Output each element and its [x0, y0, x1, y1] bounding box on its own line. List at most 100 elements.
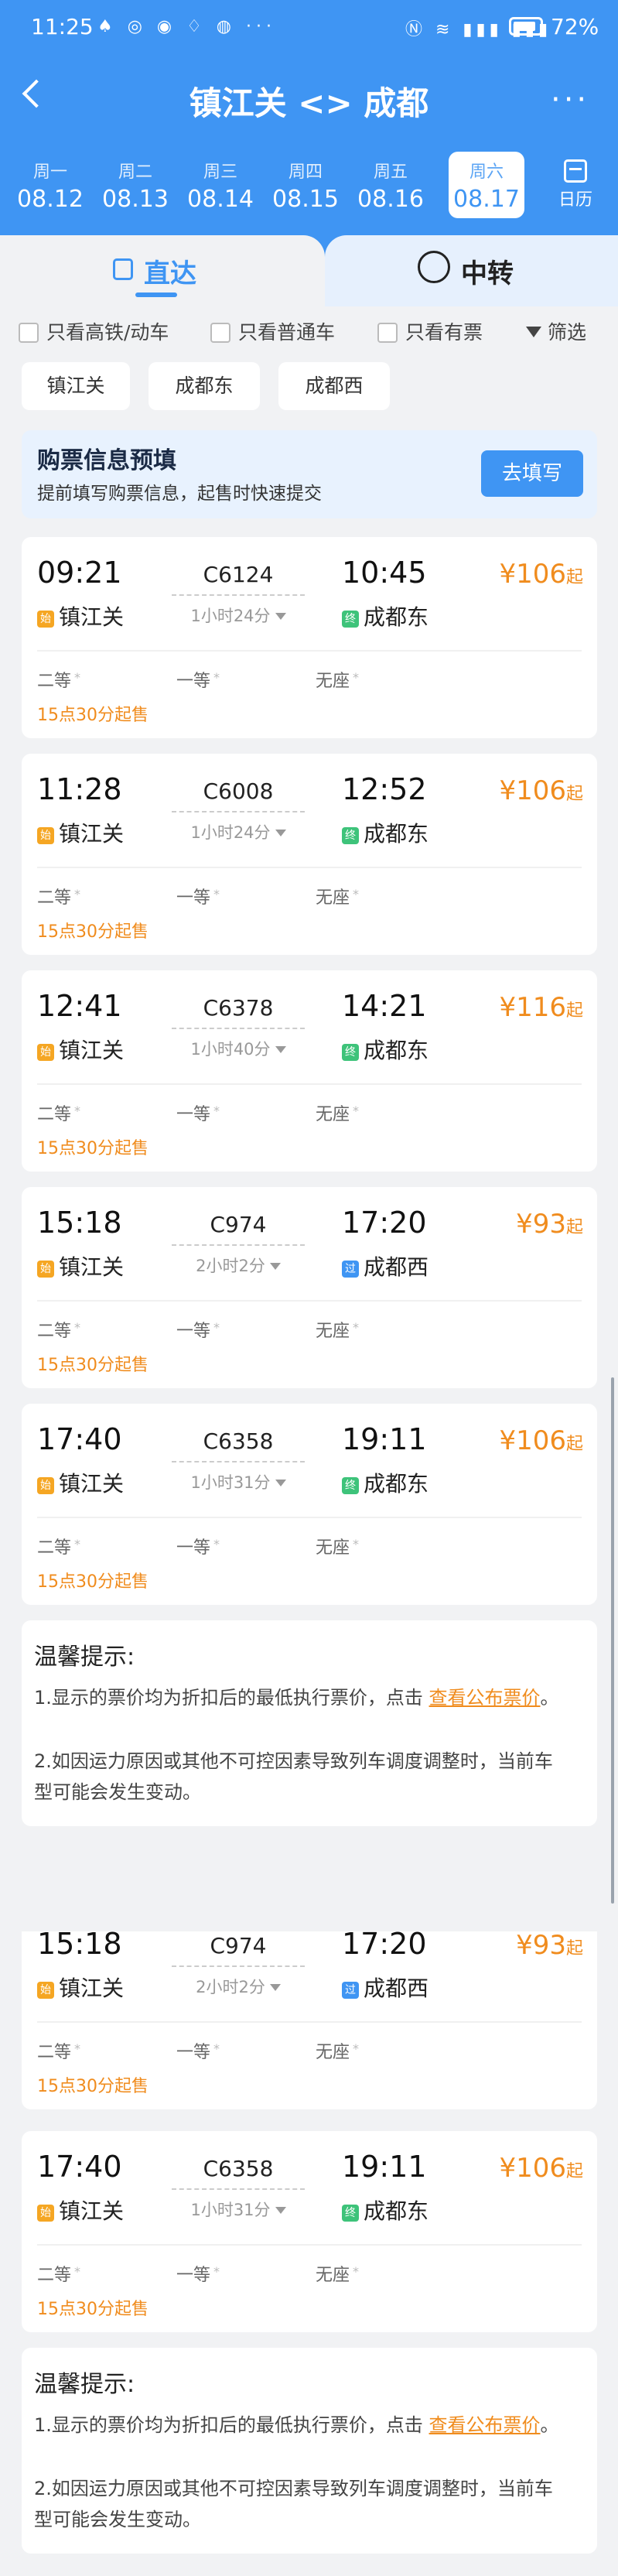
- checkbox-high-speed[interactable]: 只看高铁/动车: [19, 317, 169, 345]
- chevron-down-icon: [275, 1480, 286, 1486]
- seat-type: 无座 *: [316, 2041, 360, 2062]
- tips-heading: 温馨提示:: [34, 2371, 135, 2398]
- price: ¥116起: [499, 992, 583, 1023]
- tips-box: 温馨提示: 1.显示的票价均为折扣后的最低执行票价，点击 查看公布票价。 2.如…: [22, 1620, 597, 1826]
- prefill-banner: 购票信息预填 提前填写购票信息，起售时快速提交 去填写: [22, 430, 597, 518]
- sale-time: 15点30分起售: [37, 2077, 149, 2096]
- date-item[interactable]: 周五 08.16: [353, 152, 429, 218]
- divider: [37, 2021, 582, 2023]
- from-station: 始镇江关: [37, 1034, 124, 1065]
- chevron-down-icon: [269, 1263, 281, 1270]
- from-station: 始镇江关: [37, 1972, 124, 2003]
- departure-time: 11:28: [37, 772, 122, 806]
- seat-type: 二等 *: [37, 1320, 81, 1341]
- train-card[interactable]: 09:21 C6124 1小时24分 10:45 始镇江关 终成都东 ¥106起 二等 * 一等 *…: [22, 537, 597, 738]
- to-station: 终成都东: [342, 600, 429, 631]
- arrival-time: 14:21: [342, 989, 427, 1023]
- divider: [37, 1517, 582, 1518]
- sale-time: 15点30分起售: [37, 1572, 149, 1592]
- chevron-down-icon: [275, 613, 286, 620]
- train-number: C6124: [203, 562, 274, 587]
- duration[interactable]: 1小时40分: [161, 1037, 316, 1060]
- seat-type: 二等 *: [37, 1537, 81, 1558]
- more-icon[interactable]: ···: [551, 84, 589, 115]
- duration[interactable]: 2小时2分: [161, 1254, 316, 1277]
- date-item[interactable]: 周三 08.14: [183, 152, 258, 218]
- seat-type: 二等 *: [37, 887, 81, 908]
- filter-button[interactable]: 筛选: [526, 317, 586, 345]
- route-line: [172, 811, 305, 812]
- arrival-time: 19:11: [342, 1422, 427, 1456]
- duration[interactable]: 1小时31分: [161, 1470, 316, 1493]
- prefill-button[interactable]: 去填写: [481, 450, 583, 497]
- seat-type: 二等 *: [37, 2264, 81, 2285]
- start-tag-icon: 始: [37, 827, 54, 844]
- date-item-selected[interactable]: 周六 08.17: [449, 152, 524, 218]
- end-tag-icon: 过: [342, 1982, 359, 1999]
- end-tag-icon: 终: [342, 1477, 359, 1494]
- divider: [37, 1083, 582, 1085]
- departure-time: 17:40: [37, 1422, 122, 1456]
- train-card[interactable]: 17:40 C6358 1小时31分 19:11 始镇江关 终成都东 ¥106起 二等 * 一等 *…: [22, 2131, 597, 2332]
- route-line: [172, 1244, 305, 1246]
- scroll-indicator: [611, 1377, 614, 1904]
- calendar-button[interactable]: 日历: [552, 155, 599, 210]
- price-link[interactable]: 查看公布票价: [429, 2414, 541, 2436]
- arrival-time: 10:45: [342, 556, 427, 590]
- price-link[interactable]: 查看公布票价: [429, 1687, 541, 1709]
- seat-type: 一等 *: [176, 670, 220, 691]
- seat-type: 无座 *: [316, 1537, 360, 1558]
- tips-line-2: 2.如因运力原因或其他不可控因素导致列车调度调整时，当前车型可能会发生变动。: [34, 2478, 553, 2530]
- route-line: [172, 1965, 305, 1967]
- to-station: 过成都西: [342, 1250, 429, 1281]
- train-card[interactable]: 12:41 C6378 1小时40分 14:21 始镇江关 终成都东 ¥116起 二等 * 一等 *…: [22, 970, 597, 1172]
- banner-subtitle: 提前填写购票信息，起售时快速提交: [37, 484, 322, 504]
- sale-time: 15点30分起售: [37, 1139, 149, 1158]
- train-card[interactable]: 17:40 C6358 1小时31分 19:11 始镇江关 终成都东 ¥106起 二等 * 一等 *…: [22, 1404, 597, 1605]
- departure-time: 09:21: [37, 556, 122, 590]
- duration[interactable]: 2小时2分: [161, 1975, 316, 1998]
- station-chip[interactable]: 成都东: [149, 362, 260, 410]
- sale-time: 15点30分起售: [37, 1356, 149, 1375]
- seat-type: 无座 *: [316, 670, 360, 691]
- date-item[interactable]: 周二 08.13: [97, 152, 173, 218]
- duration[interactable]: 1小时31分: [161, 2198, 316, 2221]
- notification-icons: ♠ ◎ ◉ ♢ ◍ ···: [97, 17, 276, 36]
- status-bar: 11:25 ♠ ◎ ◉ ♢ ◍ ··· Ⓝ ≋ ▮▮▮ ▮▮▮ 72%: [0, 0, 618, 57]
- seat-type: 二等 *: [37, 1103, 81, 1124]
- tab-transfer[interactable]: 中转: [325, 235, 618, 306]
- from-station: 始镇江关: [37, 600, 124, 631]
- date-item[interactable]: 周一 08.12: [12, 152, 88, 218]
- duration[interactable]: 1小时24分: [161, 820, 316, 843]
- train-card[interactable]: 15:18 C974 2小时2分 17:20 始镇江关 过成都西 ¥93起 二等 * 一等 * 无座 *…: [22, 1927, 597, 2109]
- status-time: 11:25: [31, 14, 94, 39]
- checkbox-available[interactable]: 只看有票: [377, 317, 483, 345]
- battery-icon: [509, 17, 543, 36]
- arrival-time: 19:11: [342, 2150, 427, 2184]
- train-card[interactable]: 15:18 C974 2小时2分 17:20 始镇江关 过成都西 ¥93起 二等 * 一等 * 无座 *…: [22, 1187, 597, 1388]
- station-chip[interactable]: 成都西: [278, 362, 390, 410]
- seat-type: 一等 *: [176, 2264, 220, 2285]
- divider: [37, 650, 582, 652]
- chevron-down-icon: [275, 830, 286, 836]
- divider: [37, 2244, 582, 2246]
- departure-time: 15:18: [37, 1927, 122, 1961]
- checkbox-normal[interactable]: 只看普通车: [210, 317, 335, 345]
- train-number: C6358: [203, 1428, 274, 1454]
- seat-type: 无座 *: [316, 1103, 360, 1124]
- seat-type: 二等 *: [37, 2041, 81, 2062]
- train-card[interactable]: 11:28 C6008 1小时24分 12:52 始镇江关 终成都东 ¥106起 二等 * 一等 *…: [22, 754, 597, 955]
- train-number: C974: [210, 1212, 267, 1237]
- arrival-time: 17:20: [342, 1927, 427, 1961]
- seat-type: 无座 *: [316, 1320, 360, 1341]
- seat-type: 一等 *: [176, 2041, 220, 2062]
- divider: [37, 1300, 582, 1302]
- price: ¥93起: [516, 1930, 583, 1961]
- tab-direct[interactable]: 直达: [0, 235, 325, 306]
- station-chip[interactable]: 镇江关: [22, 362, 130, 410]
- price: ¥93起: [516, 1209, 583, 1240]
- duration[interactable]: 1小时24分: [161, 604, 316, 627]
- date-item[interactable]: 周四 08.15: [268, 152, 343, 218]
- banner-title: 购票信息预填: [37, 447, 176, 474]
- tab-indicator: [135, 292, 177, 297]
